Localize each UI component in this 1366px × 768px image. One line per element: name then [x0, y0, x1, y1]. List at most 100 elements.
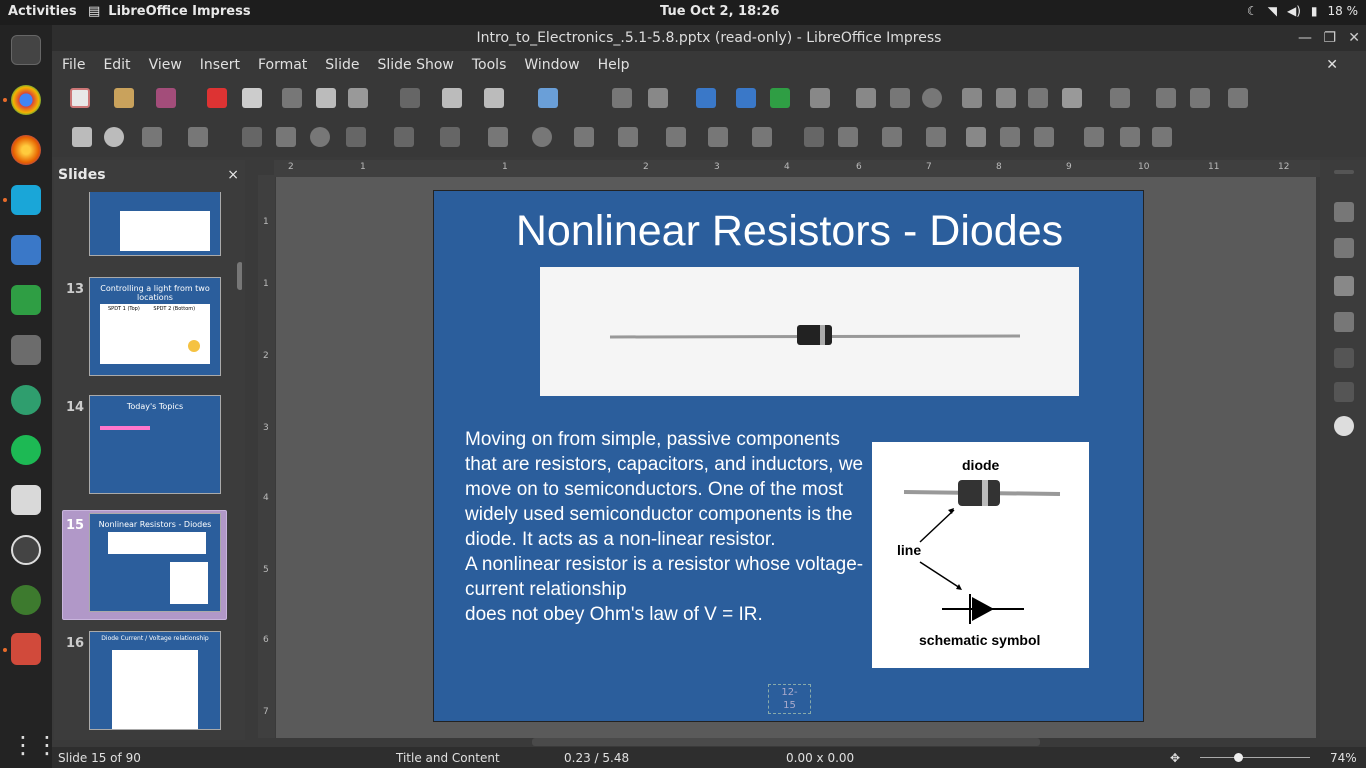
slide-canvas[interactable]: Nonlinear Resistors - Diodes Moving on f…: [433, 190, 1144, 722]
undo-icon[interactable]: [442, 88, 462, 108]
line-icon[interactable]: [242, 127, 262, 147]
distribute-icon[interactable]: [926, 127, 946, 147]
minimize-icon[interactable]: —: [1298, 25, 1312, 51]
symbol-shapes-icon[interactable]: [532, 127, 552, 147]
spelling-icon[interactable]: [538, 88, 558, 108]
gallery-icon[interactable]: [1334, 382, 1354, 402]
duplicate-slide-icon[interactable]: [1156, 88, 1176, 108]
clone-formatting-icon[interactable]: [400, 88, 420, 108]
menu-file[interactable]: File: [62, 57, 85, 73]
slide-thumbnail-13[interactable]: Controlling a light from two locations S…: [89, 277, 221, 376]
menu-slide[interactable]: Slide: [325, 57, 359, 73]
fontwork-icon[interactable]: [996, 88, 1016, 108]
close-pane-icon[interactable]: ×: [227, 160, 239, 190]
line-color-icon[interactable]: [142, 127, 162, 147]
new-slide-icon[interactable]: [1110, 88, 1130, 108]
close-document-icon[interactable]: ✕: [1326, 57, 1338, 73]
clock[interactable]: Tue Oct 2, 18:26: [660, 4, 779, 19]
slide-thumbnail-12[interactable]: [89, 192, 221, 256]
text-box-icon[interactable]: [962, 88, 982, 108]
navigator-icon[interactable]: [1334, 416, 1354, 436]
align-icon[interactable]: [838, 127, 858, 147]
slide-layout-icon[interactable]: [1228, 88, 1248, 108]
fit-slide-icon[interactable]: ✥: [1170, 751, 1180, 765]
calc-icon[interactable]: [11, 285, 41, 315]
terminal-icon[interactable]: [11, 35, 41, 65]
slide-thumbnail-16[interactable]: Diode Current / Voltage relationship: [89, 631, 221, 730]
stars-icon[interactable]: [708, 127, 728, 147]
master-slide-icon[interactable]: [696, 88, 716, 108]
firefox-icon[interactable]: [11, 135, 41, 165]
menu-slide-show[interactable]: Slide Show: [377, 57, 453, 73]
copy-icon[interactable]: [316, 88, 336, 108]
writer-icon[interactable]: [11, 235, 41, 265]
menu-window[interactable]: Window: [524, 57, 579, 73]
menu-help[interactable]: Help: [598, 57, 630, 73]
points-icon[interactable]: [1084, 127, 1104, 147]
basic-shapes-icon[interactable]: [488, 127, 508, 147]
fill-color-icon[interactable]: [188, 127, 208, 147]
slide-workspace[interactable]: Nonlinear Resistors - Diodes Moving on f…: [276, 177, 1316, 738]
diode-diagram[interactable]: diode line schematic symbol: [872, 442, 1089, 668]
table-icon[interactable]: [810, 88, 830, 108]
redo-icon[interactable]: [484, 88, 504, 108]
save-icon[interactable]: [156, 88, 176, 108]
ellipse-icon[interactable]: [310, 127, 330, 147]
slide-title[interactable]: Nonlinear Resistors - Diodes: [434, 207, 1145, 256]
animation-icon[interactable]: [1334, 276, 1354, 296]
show-apps-icon[interactable]: ⋮⋮: [11, 730, 59, 760]
software-center-icon[interactable]: [11, 485, 41, 515]
export-pdf-icon[interactable]: [207, 88, 227, 108]
paste-icon[interactable]: [348, 88, 368, 108]
print-icon[interactable]: [242, 88, 262, 108]
callouts-icon[interactable]: [666, 127, 686, 147]
slide-body-text[interactable]: Moving on from simple, passive component…: [465, 427, 865, 627]
menu-format[interactable]: Format: [258, 57, 307, 73]
display-grid-icon[interactable]: [1062, 88, 1082, 108]
menu-edit[interactable]: Edit: [103, 57, 130, 73]
slide-transition-icon[interactable]: [1334, 312, 1354, 332]
close-icon[interactable]: ✕: [1348, 25, 1360, 51]
connector-icon[interactable]: [440, 127, 460, 147]
atom-icon[interactable]: [11, 385, 41, 415]
cut-icon[interactable]: [282, 88, 302, 108]
zoom-slider[interactable]: [1200, 757, 1310, 758]
slide-thumbnail-list[interactable]: 13 Controlling a light from two location…: [54, 192, 242, 740]
curve-icon[interactable]: [394, 127, 414, 147]
styles-icon[interactable]: [1334, 348, 1354, 368]
slides-pane-scrollbar[interactable]: [237, 262, 242, 290]
zoom-icon[interactable]: [104, 127, 124, 147]
arrange-icon[interactable]: [882, 127, 902, 147]
block-arrows-icon[interactable]: [574, 127, 594, 147]
files-icon[interactable]: [11, 185, 41, 215]
image-icon[interactable]: [856, 88, 876, 108]
zoom-level[interactable]: 74%: [1330, 751, 1357, 765]
extrusion-icon[interactable]: [1152, 127, 1172, 147]
slide-number-placeholder[interactable]: 12- 15: [768, 684, 811, 714]
maximize-icon[interactable]: ❐: [1323, 25, 1336, 51]
chrome-icon[interactable]: [11, 85, 41, 115]
3d-objects-icon[interactable]: [752, 127, 772, 147]
master-slides-icon[interactable]: [1334, 238, 1354, 258]
start-show-icon[interactable]: [736, 88, 756, 108]
horizontal-scrollbar[interactable]: [532, 738, 1040, 746]
crop-icon[interactable]: [1000, 127, 1020, 147]
flowchart-icon[interactable]: [618, 127, 638, 147]
diode-photo[interactable]: [540, 267, 1079, 396]
menu-insert[interactable]: Insert: [200, 57, 240, 73]
media-icon[interactable]: [890, 88, 910, 108]
display-views-icon[interactable]: [648, 88, 668, 108]
shadow-icon[interactable]: [966, 127, 986, 147]
obs-icon[interactable]: [11, 535, 41, 565]
hyperlink-icon[interactable]: [1028, 88, 1048, 108]
calculator-icon[interactable]: [11, 335, 41, 365]
sidebar-menu-icon[interactable]: [1334, 170, 1354, 174]
grid-icon[interactable]: [612, 88, 632, 108]
open-icon[interactable]: [114, 88, 134, 108]
delete-slide-icon[interactable]: [1190, 88, 1210, 108]
system-tray[interactable]: ☾ ◥ ◀) ▮ 18 %: [1247, 4, 1358, 18]
slide-thumbnail-14[interactable]: Today's Topics: [89, 395, 221, 494]
new-icon[interactable]: [70, 88, 90, 108]
chart-icon[interactable]: [922, 88, 942, 108]
menu-view[interactable]: View: [149, 57, 182, 73]
